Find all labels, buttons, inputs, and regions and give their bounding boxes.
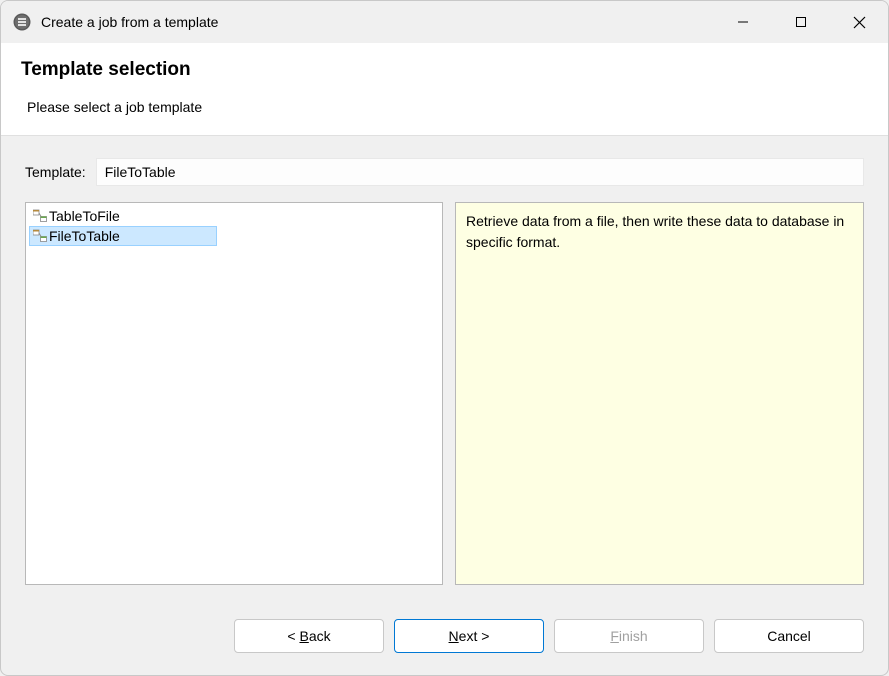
next-button[interactable]: Next >: [394, 619, 544, 653]
page-subtitle: Please select a job template: [27, 99, 868, 115]
app-icon: [13, 13, 31, 31]
template-node-icon: [33, 209, 47, 223]
template-label: Template:: [25, 164, 86, 180]
content-area: Template: TableToFile: [1, 136, 888, 599]
minimize-button[interactable]: [714, 1, 772, 43]
dialog-window: Create a job from a template Template s: [0, 0, 889, 676]
cancel-button[interactable]: Cancel: [714, 619, 864, 653]
back-button[interactable]: < Back: [234, 619, 384, 653]
window-controls: [714, 1, 888, 43]
tree-item-filetotable[interactable]: FileToTable: [29, 226, 217, 246]
tree-item-label: FileToTable: [49, 228, 120, 244]
finish-button: Finish: [554, 619, 704, 653]
panes: TableToFile FileToTable Re: [25, 202, 864, 585]
maximize-button[interactable]: [772, 1, 830, 43]
maximize-icon: [795, 16, 807, 28]
template-input[interactable]: [96, 158, 864, 186]
tree-item-label: TableToFile: [49, 208, 120, 224]
template-node-icon: [33, 229, 47, 243]
minimize-icon: [737, 16, 749, 28]
close-icon: [853, 16, 866, 29]
template-row: Template:: [25, 158, 864, 186]
window-title: Create a job from a template: [41, 14, 714, 30]
tree-item-tabletofile[interactable]: TableToFile: [29, 206, 217, 226]
wizard-header: Template selection Please select a job t…: [1, 43, 888, 136]
description-pane: Retrieve data from a file, then write th…: [455, 202, 864, 585]
titlebar: Create a job from a template: [1, 1, 888, 43]
button-bar: < Back Next > Finish Cancel: [1, 599, 888, 675]
page-title: Template selection: [21, 59, 868, 81]
close-button[interactable]: [830, 1, 888, 43]
template-tree[interactable]: TableToFile FileToTable: [25, 202, 443, 585]
